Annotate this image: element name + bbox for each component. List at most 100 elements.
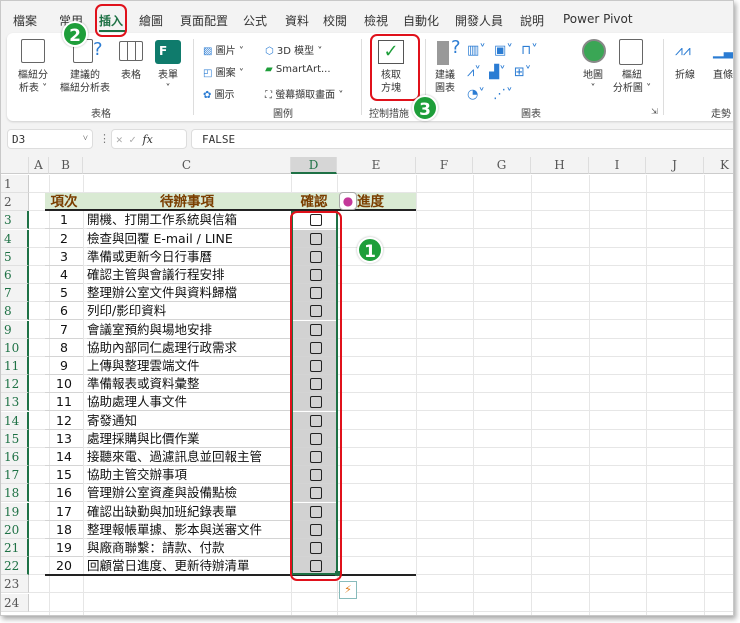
- row-header-8[interactable]: 8: [1, 302, 29, 321]
- item-number: 8: [45, 339, 83, 357]
- column-header-J[interactable]: J: [646, 157, 704, 174]
- tab-7[interactable]: 校閱: [323, 12, 347, 29]
- row-header-18[interactable]: 18: [1, 484, 29, 503]
- quick-analysis-icon[interactable]: ⚡: [339, 581, 357, 600]
- question-icon: ?: [93, 39, 103, 60]
- column-header-D[interactable]: D: [291, 157, 337, 174]
- row-header-7[interactable]: 7: [1, 284, 29, 303]
- item-task: 整理報帳單據、影本與送審文件: [87, 521, 291, 539]
- row-header-1[interactable]: 1: [1, 175, 29, 193]
- item-task: 會議室預約與場地安排: [87, 321, 291, 339]
- screenshot-icon: ⛶: [265, 90, 276, 101]
- tab-9[interactable]: 自動化: [403, 12, 439, 29]
- row-header-17[interactable]: 17: [1, 466, 29, 485]
- row-header-22[interactable]: 22: [1, 557, 29, 576]
- copilot-icon[interactable]: ●: [339, 192, 357, 211]
- enter-icon[interactable]: ✓: [129, 133, 136, 146]
- item-number: 6: [45, 302, 83, 321]
- formula-input[interactable]: FALSE: [191, 129, 733, 149]
- row-header-12[interactable]: 12: [1, 375, 29, 394]
- dialog-launcher-icon[interactable]: ⇲: [651, 107, 658, 116]
- column-header-K[interactable]: K: [704, 157, 733, 174]
- tab-4[interactable]: 頁面配置: [180, 12, 228, 29]
- item-task: 開機、打開工作系統與信箱: [87, 211, 291, 230]
- row-header-2[interactable]: 2: [1, 193, 29, 212]
- item-task: 準備或更新今日行事曆: [87, 248, 291, 266]
- row-header-19[interactable]: 19: [1, 502, 29, 521]
- cancel-icon[interactable]: ✕: [116, 133, 123, 146]
- item-number: 5: [45, 284, 83, 303]
- step-badge-2: 2: [62, 21, 88, 47]
- column-header-B[interactable]: B: [49, 157, 83, 174]
- row-header-15[interactable]: 15: [1, 429, 29, 448]
- tab-12[interactable]: Power Pivot: [563, 12, 633, 26]
- name-box[interactable]: D3 ˅: [7, 129, 93, 149]
- excel-window: 檔案常用插入繪圖頁面配置公式資料校閱檢視自動化開發人員說明Power Pivot…: [0, 0, 734, 616]
- item-task: 管理辦公室資產與設備點檢: [87, 484, 291, 503]
- tab-5[interactable]: 公式: [243, 12, 267, 29]
- tab-0[interactable]: 檔案: [13, 12, 37, 29]
- chart-type-buttons[interactable]: ▥˅ ▣˅ ⊓˅ ⩘˅ ▟˅ ⊞˅ ◔˅ ⋰˅: [467, 40, 577, 106]
- column-header-E[interactable]: E: [337, 157, 416, 174]
- row-header-13[interactable]: 13: [1, 393, 29, 412]
- 3d-models-button[interactable]: ⬡ 3D 模型 ˅: [265, 42, 322, 57]
- column-header-H[interactable]: H: [531, 157, 589, 174]
- item-number: 17: [45, 503, 83, 521]
- item-number: 14: [45, 448, 83, 466]
- row-header-6[interactable]: 6: [1, 266, 29, 284]
- select-all-corner[interactable]: [1, 157, 29, 174]
- row-header-24[interactable]: 24: [1, 593, 29, 612]
- row-header-14[interactable]: 14: [1, 411, 29, 430]
- insert-function-button[interactable]: fx: [143, 133, 153, 146]
- gridline: [589, 175, 590, 615]
- smartart-button[interactable]: ▰ SmartArt...: [265, 64, 331, 75]
- row-header-11[interactable]: 11: [1, 357, 29, 375]
- globe-icon: [582, 39, 606, 63]
- item-number: 12: [45, 412, 83, 430]
- icons-button[interactable]: ✿ 圖示: [203, 86, 235, 101]
- item-number: 7: [45, 321, 83, 339]
- item-task: 協助處理人事文件: [87, 393, 291, 412]
- column-header-C[interactable]: C: [83, 157, 291, 174]
- checkbox-button-highlight: [370, 34, 420, 101]
- tab-3[interactable]: 繪圖: [139, 12, 163, 29]
- checkbox-range-highlight: [290, 211, 342, 581]
- column-header-A[interactable]: A: [29, 157, 49, 174]
- item-number: 20: [45, 557, 83, 576]
- cube-icon: ⬡: [265, 46, 277, 57]
- column-header-F[interactable]: F: [416, 157, 473, 174]
- row-header-23[interactable]: 23: [1, 575, 29, 594]
- pivot-chart-icon: [619, 39, 643, 65]
- shapes-button[interactable]: ◰ 圖案 ˅: [203, 64, 244, 79]
- table-bottom-border: [45, 574, 416, 577]
- column-header-G[interactable]: G: [473, 157, 531, 174]
- tab-11[interactable]: 說明: [520, 12, 544, 29]
- screenshot-button[interactable]: ⛶ 螢幕擷取畫面 ˅: [265, 86, 343, 101]
- formula-actions: ✕ ✓ fx: [111, 129, 187, 149]
- item-task: 整理辦公室文件與資料歸檔: [87, 284, 291, 303]
- item-number: 13: [45, 430, 83, 448]
- tab-8[interactable]: 檢視: [364, 12, 388, 29]
- tab-10[interactable]: 開發人員: [455, 12, 503, 29]
- gridline: [646, 175, 647, 615]
- item-task: 檢查與回覆 E-mail / LINE: [87, 230, 291, 248]
- table-header-0: 項次: [50, 194, 78, 211]
- row-header-4[interactable]: 4: [1, 229, 29, 248]
- row-header-16[interactable]: 16: [1, 448, 29, 466]
- shapes-icon: ◰: [203, 68, 216, 79]
- table-header-1: 待辦事項: [160, 194, 214, 211]
- tab-6[interactable]: 資料: [285, 12, 309, 29]
- column-header-I[interactable]: I: [589, 157, 646, 174]
- row-header-3[interactable]: 3: [1, 211, 29, 230]
- more-icon: ⋮: [99, 132, 110, 145]
- pictures-button[interactable]: ▨ 圖片 ˅: [203, 42, 244, 57]
- row-header-9[interactable]: 9: [1, 320, 29, 339]
- row-header-10[interactable]: 10: [1, 338, 29, 357]
- row-header-5[interactable]: 5: [1, 247, 29, 266]
- insert-tab-highlight: [95, 4, 127, 37]
- sparkline-line-icon: ⩘⩘: [675, 43, 691, 59]
- row-header-20[interactable]: 20: [1, 520, 29, 539]
- item-task: 列印/影印資料: [87, 302, 291, 321]
- row-header-21[interactable]: 21: [1, 539, 29, 557]
- step-badge-1: 1: [357, 237, 383, 263]
